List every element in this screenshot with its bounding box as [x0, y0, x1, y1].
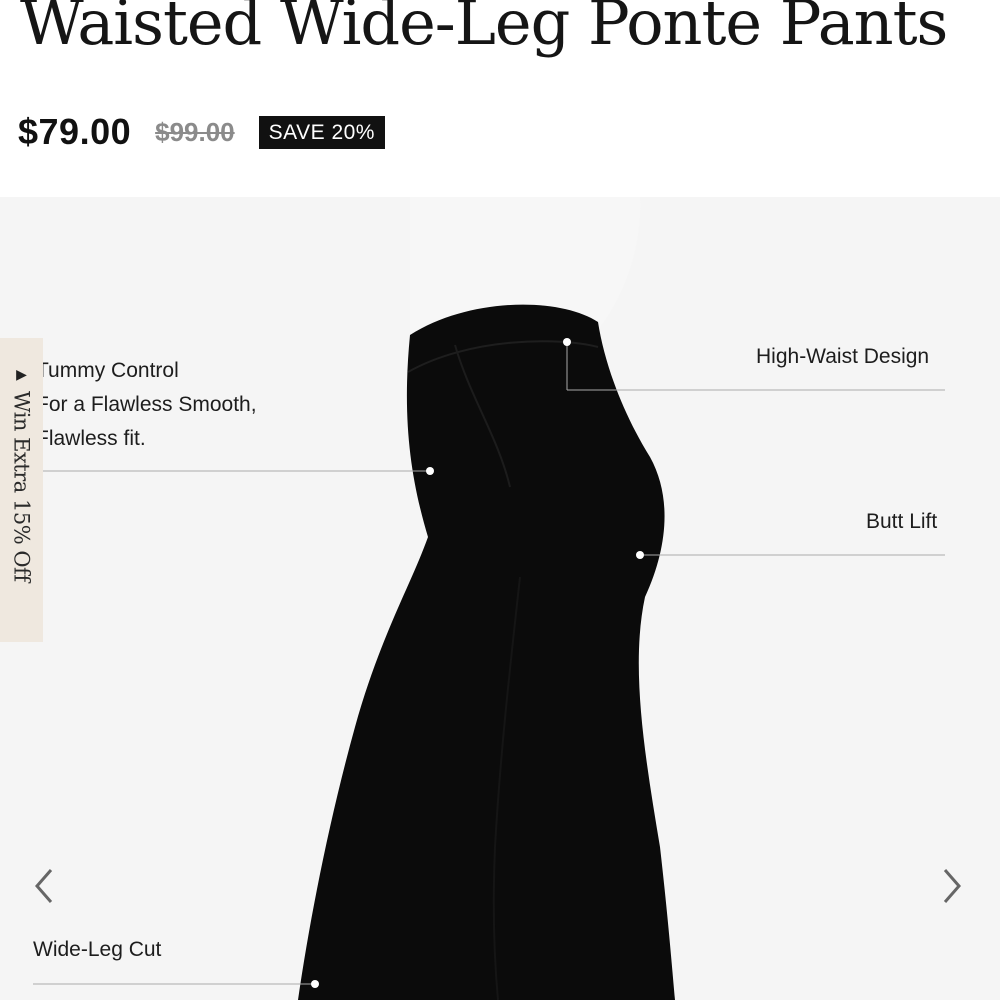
side-tab-label: Win Extra 15% Off: [9, 391, 34, 582]
price-row: $79.00 $99.00 SAVE 20%: [18, 110, 385, 154]
current-price: $79.00: [18, 111, 132, 152]
tummy-control-title: Tummy Control: [36, 359, 179, 382]
previous-image-button[interactable]: [24, 861, 64, 911]
chevron-left-icon: [35, 869, 53, 903]
win-extra-discount-tab[interactable]: ▶ Win Extra 15% Off: [0, 338, 43, 642]
butt-lift-dot: [636, 551, 644, 559]
high-waist-dot: [563, 338, 571, 346]
tummy-control-callout: Tummy Control For a Flawless Smooth, Fla…: [36, 354, 257, 456]
save-badge: SAVE 20%: [258, 115, 385, 149]
original-price: $99.00: [155, 116, 235, 147]
tummy-dot: [426, 467, 434, 475]
high-waist-callout: High-Waist Design: [756, 345, 930, 368]
product-image-gallery[interactable]: Tummy Control For a Flawless Smooth, Fla…: [0, 197, 1000, 1000]
black-pants: [298, 304, 675, 1000]
tummy-control-line3: Flawless fit.: [36, 427, 146, 450]
next-image-button[interactable]: [932, 861, 972, 911]
wide-leg-dot: [311, 980, 319, 988]
product-title: Waisted Wide-Leg Ponte Pants: [20, 0, 948, 59]
tummy-control-line2: For a Flawless Smooth,: [36, 393, 257, 416]
product-image: [33, 197, 945, 1000]
triangle-right-icon: ▶: [16, 366, 27, 382]
chevron-right-icon: [943, 869, 961, 903]
wide-leg-callout: Wide-Leg Cut: [33, 938, 162, 961]
butt-lift-callout: Butt Lift: [866, 510, 938, 533]
